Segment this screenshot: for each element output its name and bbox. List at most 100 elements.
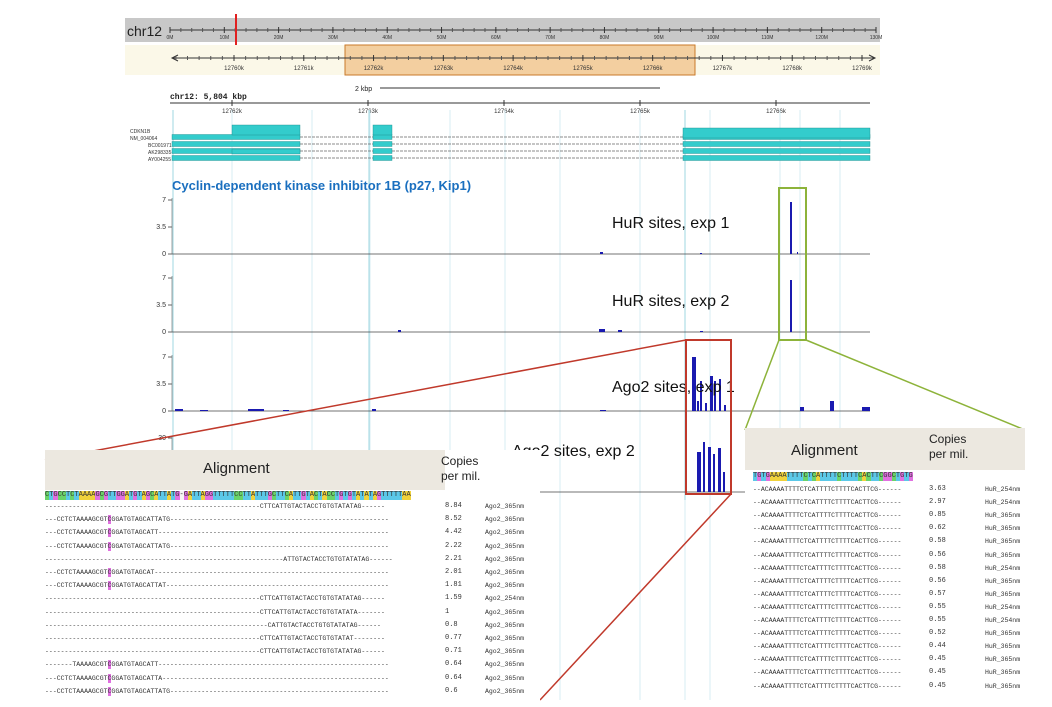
read-copies: 8.52 — [445, 515, 462, 524]
zoom-tick-label: 12764k — [503, 66, 524, 72]
read-copies: 0.62 — [929, 524, 946, 533]
ago2-read-row: ---CCTCTAAAAGCGTCGGATGTAGCATTATG--------… — [45, 541, 389, 551]
read-sequence: ---CCTCTAAAAGCGTCGGATGTAGCATT-----------… — [45, 528, 389, 538]
ideogram-tick-label: 50M — [437, 35, 447, 41]
base: - — [897, 656, 902, 664]
read-library: Ago2_365nm — [485, 542, 525, 550]
base: - — [384, 542, 389, 550]
detail-tick-label: 12764k — [494, 109, 515, 115]
read-library: HuR_365nm — [985, 682, 1021, 690]
ago2-read-row: ---CCTCTAAAAGCGTCGGATGTAGCATTATG--------… — [45, 515, 389, 525]
hur-connector-left — [744, 339, 780, 431]
read-copies: 1.81 — [445, 581, 462, 590]
hur-read-row: --ACAAAATTTTCTCATTTTCTTTTCACTTCG------ — [753, 642, 901, 651]
read-library: Ago2_365nm — [485, 516, 525, 524]
base: - — [384, 661, 389, 669]
read-sequence: --ACAAAATTTTCTCATTTTCTTTTCACTTCG------ — [753, 524, 901, 533]
zoom-tick-label: 12766k — [643, 66, 664, 72]
hur-read-row: --ACAAAATTTTCTCATTTTCTTTTCACTTCG------ — [753, 564, 901, 573]
signal-peak — [830, 401, 834, 411]
signal-peak — [862, 407, 870, 411]
reference-base: A — [406, 491, 411, 500]
read-sequence: --ACAAAATTTTCTCATTTTCTTTTCACTTCG------ — [753, 682, 901, 691]
read-library: HuR_365nm — [985, 525, 1021, 533]
ago2-reference-sequence: CTGCCTCTAAAAGCGTTGGATGTAGCATTATG-GATTAGG… — [45, 491, 411, 500]
base: - — [897, 551, 902, 559]
read-library: HuR_365nm — [985, 669, 1021, 677]
base: - — [897, 564, 902, 572]
read-copies: 0.57 — [929, 589, 946, 598]
read-library: Ago2_365nm — [485, 661, 525, 669]
base: - — [897, 538, 902, 546]
track-tick-label: 7 — [162, 354, 166, 361]
transcript-exon — [372, 141, 393, 147]
read-sequence: --ACAAAATTTTCTCATTTTCTTTTCACTTCG------ — [753, 485, 901, 494]
signal-peak — [599, 329, 605, 332]
read-copies: 4.42 — [445, 528, 462, 537]
read-library: Ago2_365nm — [485, 608, 525, 616]
read-sequence: ----------------------------------------… — [45, 594, 385, 603]
base: - — [377, 621, 381, 629]
track-label: HuR sites, exp 2 — [612, 293, 729, 310]
track-tick-label: 3.5 — [156, 224, 166, 231]
read-copies: 2.01 — [445, 568, 462, 576]
ago2-read-row: ---CCTCTAAAAGCGTCGGATGTAGCATTA----------… — [45, 673, 389, 683]
read-copies: 0.56 — [929, 550, 946, 559]
track-tick-label: 0 — [162, 408, 166, 415]
read-library: Ago2_365nm — [485, 503, 525, 510]
hur-read-row: --ACAAAATTTTCTCATTTTCTTTTCACTTCG------ — [753, 668, 901, 677]
read-library: HuR_254nm — [985, 486, 1021, 493]
hur-peak-box — [778, 187, 807, 341]
base: - — [897, 499, 902, 507]
read-sequence: --ACAAAATTTTCTCATTTTCTTTTCACTTCG------ — [753, 616, 901, 625]
hur-copies-label-1: Copies — [929, 432, 967, 446]
base: - — [897, 590, 902, 598]
ago2-read-row: ----------------------------------------… — [45, 555, 393, 564]
ideogram-tick-label: 80M — [600, 35, 610, 41]
signal-peak — [697, 401, 699, 411]
read-sequence: --ACAAAATTTTCTCATTTTCTTTTCACTTCG------ — [753, 590, 901, 599]
read-sequence: -------TAAAAGCGTCGGATGTAGCATT-----------… — [45, 660, 389, 670]
read-sequence: ---CCTCTAAAAGCGTCGGATGTAGCATTATG--------… — [45, 541, 389, 551]
track-tick-label: 0 — [162, 251, 166, 258]
read-copies: 0.52 — [929, 629, 946, 638]
read-copies: 2.97 — [929, 498, 946, 507]
read-sequence: ----------------------------------------… — [45, 647, 385, 656]
read-sequence: ----------------------------------------… — [45, 502, 385, 511]
signal-peak — [723, 472, 725, 492]
hur-connector-right — [805, 339, 1026, 431]
read-copies: 0.85 — [929, 511, 946, 520]
read-sequence: --ACAAAATTTTCTCATTTTCTTTTCACTTCG------ — [753, 603, 901, 612]
signal-peak — [700, 331, 703, 332]
signal-peak — [398, 330, 401, 332]
hur-read-row: --ACAAAATTTTCTCATTTTCTTTTCACTTCG------ — [753, 577, 901, 586]
read-library: HuR_365nm — [985, 643, 1021, 651]
read-library: HuR_254nm — [985, 564, 1021, 572]
read-copies: 0.58 — [929, 563, 946, 572]
zoom-tick-label: 12767k — [713, 66, 734, 72]
read-sequence: ---CCTCTAAAAGCGTCGGATGTAGCATTAT---------… — [45, 581, 389, 591]
read-library: HuR_254nm — [985, 603, 1021, 611]
transcript-exon — [372, 155, 393, 161]
ideogram-tick-label: 100M — [707, 35, 720, 41]
transcript-track: CDKN1BNM_004064BC001971AK298335AY004255 — [130, 124, 871, 163]
read-library: Ago2_365nm — [485, 674, 525, 682]
read-sequence: ---CCTCTAAAAGCGTCGGATGTAGCATTATG--------… — [45, 515, 389, 525]
signal-peak — [283, 410, 289, 411]
read-library: HuR_365nm — [985, 590, 1021, 598]
signal-peak — [800, 407, 804, 411]
hur-alignment-panel: Alignment Copies per mil. TGTGAAAATTTTCT… — [745, 428, 1035, 702]
zoom-tick-label: 12763k — [433, 66, 454, 72]
read-library: Ago2_365nm — [485, 648, 525, 656]
transcript-exon — [682, 141, 871, 147]
signal-peak — [703, 442, 705, 492]
track-label: HuR sites, exp 1 — [612, 215, 729, 232]
detail-tick-label: 12766k — [766, 109, 787, 115]
hur-read-row: --ACAAAATTTTCTCATTTTCTTTTCACTTCG------ — [753, 511, 901, 520]
read-library: HuR_365nm — [985, 656, 1021, 664]
hur-read-row: --ACAAAATTTTCTCATTTTCTTTTCACTTCG------ — [753, 537, 901, 546]
base: - — [897, 577, 902, 585]
ago2-read-row: ----------------------------------------… — [45, 621, 381, 630]
read-copies: 3.63 — [929, 485, 946, 493]
base: - — [897, 617, 902, 624]
